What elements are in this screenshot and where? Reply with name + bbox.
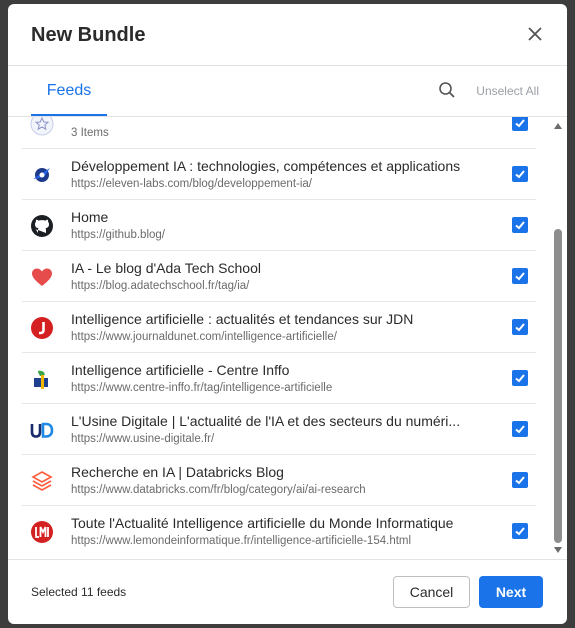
feed-checkbox[interactable] — [512, 268, 528, 284]
feed-row[interactable]: 3 Items — [22, 117, 536, 149]
feed-checkbox[interactable] — [512, 472, 528, 488]
feed-title: Développement IA : technologies, compéte… — [71, 158, 461, 174]
feed-row[interactable]: Intelligence artificielle : actualités e… — [22, 302, 536, 353]
search-icon — [439, 82, 455, 98]
feed-subtitle: 3 Items — [71, 127, 109, 139]
feed-checkbox[interactable] — [512, 217, 528, 233]
feed-row[interactable]: L'Usine Digitale | L'actualité de l'IA e… — [22, 404, 536, 455]
dialog-toolbar: Feeds Unselect All — [8, 67, 567, 117]
scroll-down-arrow-icon[interactable] — [554, 547, 562, 553]
feed-title: L'Usine Digitale | L'actualité de l'IA e… — [71, 413, 461, 429]
star-icon — [30, 117, 54, 136]
check-icon — [515, 374, 525, 383]
scrollbar-thumb[interactable] — [554, 229, 562, 543]
feed-row[interactable]: IA - Le blog d'Ada Tech School https://b… — [22, 251, 536, 302]
check-icon — [515, 119, 525, 128]
check-icon — [515, 476, 525, 485]
feed-title: Toute l'Actualité Intelligence artificie… — [71, 515, 454, 531]
jdn-logo-icon — [30, 316, 54, 340]
dialog-title: New Bundle — [31, 24, 146, 46]
lmi-logo-icon — [30, 520, 54, 544]
new-bundle-dialog: New Bundle Feeds Unselect All 3 Items Dé… — [8, 4, 567, 624]
feed-subtitle: https://www.centre-inffo.fr/tag/intellig… — [71, 382, 333, 394]
feed-title: Home — [71, 209, 109, 225]
check-icon — [515, 272, 525, 281]
feed-checkbox[interactable] — [512, 421, 528, 437]
search-button[interactable] — [438, 81, 458, 101]
feed-subtitle: https://www.lemondeinformatique.fr/intel… — [71, 535, 412, 547]
feed-subtitle: https://eleven-labs.com/blog/developpeme… — [71, 178, 313, 190]
feed-list-scrollbar[interactable] — [551, 117, 565, 559]
feed-checkbox[interactable] — [512, 319, 528, 335]
feed-checkbox[interactable] — [512, 117, 528, 131]
cancel-button[interactable]: Cancel — [393, 576, 470, 608]
check-icon — [515, 221, 525, 230]
feed-row[interactable]: Home https://github.blog/ — [22, 200, 536, 251]
feed-subtitle: https://www.journaldunet.com/intelligenc… — [71, 331, 337, 343]
eleven-labs-rocket-icon — [30, 163, 54, 187]
feed-subtitle: https://www.usine-digitale.fr/ — [71, 433, 215, 445]
feed-title: Recherche en IA | Databricks Blog — [71, 464, 284, 480]
feed-row[interactable]: Recherche en IA | Databricks Blog https:… — [22, 455, 536, 506]
close-icon — [528, 27, 542, 41]
feed-row[interactable]: Développement IA : technologies, compéte… — [22, 149, 536, 200]
feed-title: Intelligence artificielle : actualités e… — [71, 311, 414, 327]
selected-count-text: Selected 11 feeds — [31, 585, 127, 599]
check-icon — [515, 170, 525, 179]
feed-checkbox[interactable] — [512, 523, 528, 539]
tab-feeds[interactable]: Feeds — [31, 67, 107, 116]
feed-title: IA - Le blog d'Ada Tech School — [71, 260, 261, 276]
usine-digitale-logo-icon — [30, 418, 54, 442]
close-button[interactable] — [523, 22, 547, 46]
next-button[interactable]: Next — [479, 576, 543, 608]
feed-row[interactable]: Toute l'Actualité Intelligence artificie… — [22, 506, 536, 557]
feed-subtitle: https://github.blog/ — [71, 229, 165, 241]
centre-inffo-logo-icon — [30, 367, 54, 391]
feed-subtitle: https://blog.adatechschool.fr/tag/ia/ — [71, 280, 250, 292]
github-icon — [30, 214, 54, 238]
feed-subtitle: https://www.databricks.com/fr/blog/categ… — [71, 484, 366, 496]
dialog-header: New Bundle — [8, 4, 567, 66]
check-icon — [515, 527, 525, 536]
check-icon — [515, 323, 525, 332]
heart-icon — [30, 265, 54, 289]
feed-list[interactable]: 3 Items Développement IA : technologies,… — [8, 117, 567, 559]
feed-title: Intelligence artificielle - Centre Inffo — [71, 362, 290, 378]
feed-row[interactable]: Intelligence artificielle - Centre Inffo… — [22, 353, 536, 404]
scroll-up-arrow-icon[interactable] — [554, 123, 562, 129]
unselect-all-button[interactable]: Unselect All — [476, 84, 539, 98]
check-icon — [515, 425, 525, 434]
feed-checkbox[interactable] — [512, 166, 528, 182]
databricks-logo-icon — [30, 469, 54, 493]
dialog-footer: Selected 11 feeds Cancel Next — [8, 559, 567, 624]
feed-checkbox[interactable] — [512, 370, 528, 386]
